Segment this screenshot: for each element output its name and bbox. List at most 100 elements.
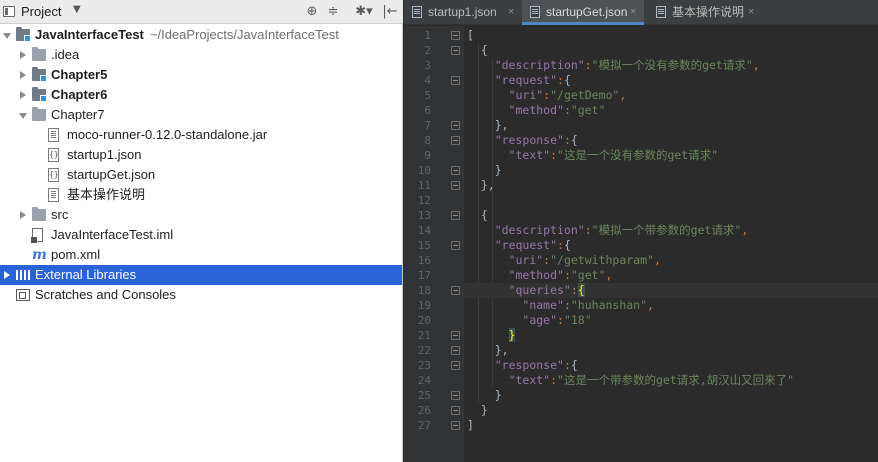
code-line: "method":"get", <box>467 268 613 283</box>
fold-marker-icon[interactable] <box>451 166 460 175</box>
code-token: "模拟一个带参数的get请求" <box>591 223 742 237</box>
fold-marker-icon[interactable] <box>451 421 460 430</box>
project-panel-title[interactable]: Project <box>21 4 61 19</box>
code-token: "text" <box>508 148 551 162</box>
code-line: "response":{ <box>467 133 578 148</box>
tree-item[interactable]: .idea <box>0 45 402 65</box>
code-token: "queries" <box>508 283 571 297</box>
code-token: "uri" <box>508 88 544 102</box>
close-icon[interactable]: × <box>630 0 636 24</box>
code-token: { <box>467 208 488 222</box>
code-token: "/getwithparam" <box>550 253 654 267</box>
code-token: , <box>605 268 613 282</box>
close-icon[interactable]: × <box>508 0 514 24</box>
code-token: } <box>480 403 488 417</box>
tree-item[interactable]: startup1.json <box>0 145 402 165</box>
code-token: "这是一个带参数的get请求,胡汉山又回来了" <box>557 373 795 387</box>
code-token: } <box>494 388 502 402</box>
chevron-right-icon[interactable] <box>2 265 12 285</box>
code-line: "age":"18" <box>467 313 591 328</box>
code-line: }, <box>467 343 509 358</box>
tree-item-label: Chapter5 <box>51 67 108 82</box>
editor-tab[interactable]: startupGet.json × <box>522 0 644 25</box>
editor-tab[interactable]: startup1.json × <box>404 0 522 24</box>
code-token: "response" <box>494 133 564 147</box>
fold-marker-icon[interactable] <box>451 121 460 130</box>
tree-item[interactable]: m pom.xml <box>0 245 402 265</box>
line-number: 10 <box>417 164 431 177</box>
chevron-right-icon[interactable] <box>18 65 28 85</box>
tree-item[interactable]: Chapter7 <box>0 105 402 125</box>
chevron-down-icon[interactable] <box>18 105 28 125</box>
code-line: "name":"huhanshan", <box>467 298 654 313</box>
locate-file-icon[interactable]: ⊕ <box>304 4 320 20</box>
fold-marker-icon[interactable] <box>451 286 460 295</box>
code-line: }, <box>467 118 509 133</box>
project-panel-header: Project ▼ ⊕ ≑ ✱▾ |← <box>0 0 403 24</box>
code-token: , <box>647 298 654 312</box>
editor-tab[interactable]: 基本操作说明 × <box>648 0 762 24</box>
fold-marker-icon[interactable] <box>451 331 460 340</box>
fold-marker-icon[interactable] <box>451 391 460 400</box>
tree-item-label: .idea <box>51 47 80 62</box>
code-token: "uri" <box>508 253 544 267</box>
tree-item[interactable]: src <box>0 205 402 225</box>
fold-marker-icon[interactable] <box>451 361 460 370</box>
code-token: : <box>550 148 558 162</box>
chevron-right-icon[interactable] <box>18 205 28 225</box>
code-token: [ <box>467 28 474 42</box>
tree-item[interactable]: Chapter6 <box>0 85 402 105</box>
tree-item[interactable]: moco-runner-0.12.0-standalone.jar <box>0 125 402 145</box>
tree-item[interactable]: 基本操作说明 <box>0 185 402 205</box>
code-token: } <box>494 163 502 177</box>
code-token: , <box>619 88 627 102</box>
code-token: { <box>467 43 488 57</box>
close-icon[interactable]: × <box>748 0 754 24</box>
line-number: 14 <box>417 224 431 237</box>
fold-marker-icon[interactable] <box>451 76 460 85</box>
code-token: "request" <box>494 238 558 252</box>
tree-item[interactable]: Scratches and Consoles <box>0 285 402 305</box>
code-line: } <box>467 403 488 418</box>
code-line: { <box>467 43 488 58</box>
tree-item-label: Scratches and Consoles <box>35 287 176 302</box>
code-token: : <box>563 358 571 372</box>
fold-marker-icon[interactable] <box>451 241 460 250</box>
fold-marker-icon[interactable] <box>451 346 460 355</box>
code-token: : <box>570 283 578 297</box>
module-folder-icon <box>32 67 47 82</box>
code-area[interactable]: [ { "description":"模拟一个没有参数的get请求", "req… <box>464 26 878 462</box>
editor-tab-label: 基本操作说明 <box>672 5 745 19</box>
fold-marker-icon[interactable] <box>451 31 460 40</box>
hide-panel-icon[interactable]: |← <box>382 4 398 20</box>
chevron-right-icon[interactable] <box>18 85 28 105</box>
chevron-down-icon[interactable]: ▼ <box>73 4 81 15</box>
tree-item[interactable]: External Libraries <box>0 265 402 285</box>
gear-icon[interactable]: ✱▾ <box>353 4 375 20</box>
chevron-down-icon[interactable] <box>2 25 12 45</box>
fold-marker-icon[interactable] <box>451 136 460 145</box>
tree-item[interactable]: Chapter5 <box>0 65 402 85</box>
chevron-right-icon[interactable] <box>18 45 28 65</box>
collapse-all-icon[interactable]: ≑ <box>325 4 341 20</box>
line-number: 1 <box>424 29 431 42</box>
code-token: : <box>584 223 592 237</box>
line-number: 8 <box>424 134 431 147</box>
tree-item[interactable]: startupGet.json <box>0 165 402 185</box>
fold-marker-icon[interactable] <box>451 406 460 415</box>
tree-item[interactable]: JavaInterfaceTest ~/IdeaProjects/JavaInte… <box>0 25 402 45</box>
fold-marker-icon[interactable] <box>451 181 460 190</box>
fold-marker-icon[interactable] <box>451 46 460 55</box>
code-line: "description":"模拟一个带参数的get请求", <box>467 223 749 238</box>
json-file-icon <box>48 165 59 185</box>
module-folder-icon <box>16 27 31 42</box>
tree-item[interactable]: JavaInterfaceTest.iml <box>0 225 402 245</box>
editor: startup1.json × startupGet.json × 基本操作说明 × 12… <box>404 0 878 462</box>
code-line: [ <box>467 28 474 43</box>
fold-marker-icon[interactable] <box>451 211 460 220</box>
